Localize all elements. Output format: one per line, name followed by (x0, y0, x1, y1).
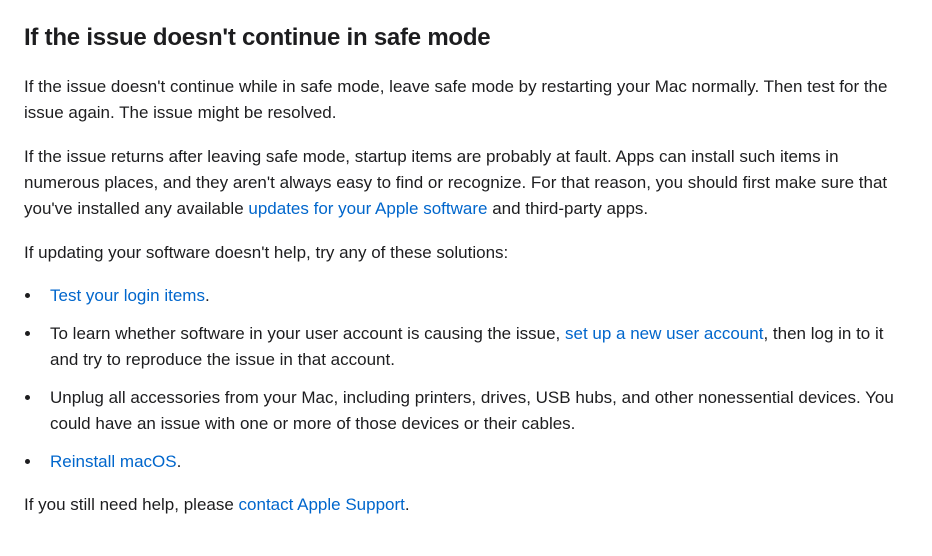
link-contact-apple-support[interactable]: contact Apple Support (239, 495, 405, 514)
text-segment: and third-party apps. (487, 199, 648, 218)
list-item: Unplug all accessories from your Mac, in… (42, 385, 908, 437)
paragraph-contact: If you still need help, please contact A… (24, 492, 908, 518)
text-segment: . (405, 495, 410, 514)
text-segment: . (205, 286, 210, 305)
list-item: Test your login items. (42, 283, 908, 309)
text-segment: To learn whether software in your user a… (50, 324, 565, 343)
list-item: Reinstall macOS. (42, 449, 908, 475)
text-segment: . (177, 452, 182, 471)
list-item: To learn whether software in your user a… (42, 321, 908, 373)
link-new-user-account[interactable]: set up a new user account (565, 324, 763, 343)
paragraph-intro: If the issue doesn't continue while in s… (24, 74, 908, 126)
paragraph-solutions-intro: If updating your software doesn't help, … (24, 240, 908, 266)
link-reinstall-macos[interactable]: Reinstall macOS (50, 452, 177, 471)
solutions-list: Test your login items. To learn whether … (24, 283, 908, 474)
link-apple-updates[interactable]: updates for your Apple software (248, 199, 487, 218)
section-heading: If the issue doesn't continue in safe mo… (24, 20, 908, 56)
paragraph-updates: If the issue returns after leaving safe … (24, 144, 908, 221)
text-segment: If you still need help, please (24, 495, 239, 514)
link-test-login-items[interactable]: Test your login items (50, 286, 205, 305)
